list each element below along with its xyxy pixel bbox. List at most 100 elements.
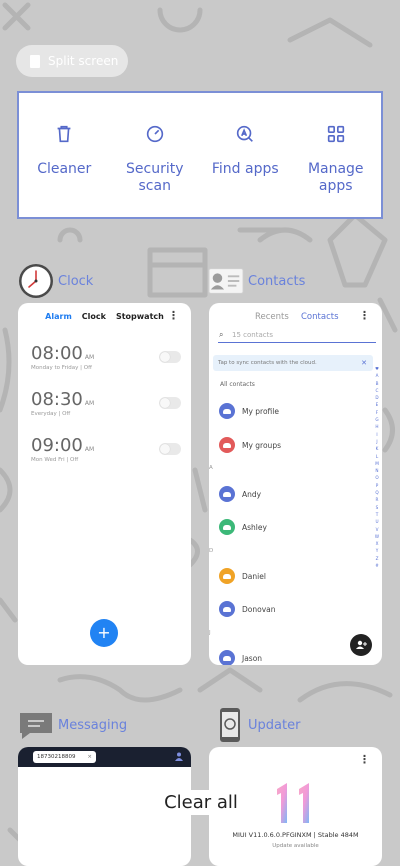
messaging-app-title: Messaging: [58, 717, 128, 733]
alphabet-letter[interactable]: V: [374, 526, 380, 533]
add-alarm-button[interactable]: +: [90, 619, 118, 647]
alphabet-letter[interactable]: M: [374, 460, 380, 467]
alphabet-letter[interactable]: I: [374, 431, 380, 438]
tab-alarm[interactable]: Alarm: [45, 312, 72, 321]
clock-app-header[interactable]: Clock: [18, 263, 93, 299]
alphabet-letter[interactable]: X: [374, 540, 380, 547]
security-scan-button[interactable]: Security scan: [110, 93, 201, 217]
messaging-app-header[interactable]: Messaging: [18, 707, 127, 743]
alphabet-letter[interactable]: F: [374, 409, 380, 416]
update-status: Update available: [272, 843, 319, 849]
security-scan-label: Security scan: [126, 161, 184, 194]
section-letter: J: [209, 630, 211, 636]
alphabet-letter[interactable]: B: [374, 380, 380, 387]
sync-text: Tap to sync contacts with the cloud.: [218, 360, 317, 366]
alarm-ampm: AM: [84, 400, 95, 407]
alphabet-index[interactable]: ♥ A B C D E F G H I J K L M N O P Q R S T U V W X Y Z #: [374, 365, 380, 569]
alphabet-letter[interactable]: Q: [374, 489, 380, 496]
contacts-app-header[interactable]: Contacts: [208, 263, 305, 299]
alarm-time: 09:00: [31, 435, 83, 456]
find-apps-button[interactable]: Find apps: [200, 93, 291, 217]
add-contact-button[interactable]: [350, 634, 372, 656]
clear-all-button[interactable]: Clear all: [161, 790, 241, 815]
clock-app-icon: [18, 263, 54, 299]
manage-apps-button[interactable]: Manage apps: [291, 93, 382, 217]
avatar: [219, 403, 235, 419]
alphabet-letter[interactable]: Z: [374, 555, 380, 562]
alphabet-letter[interactable]: O: [374, 474, 380, 481]
contacts-search-input[interactable]: ⌕ 15 contacts: [218, 329, 376, 343]
alphabet-letter[interactable]: ♥: [374, 365, 380, 372]
messaging-app-icon: [18, 707, 54, 743]
alphabet-letter[interactable]: H: [374, 423, 380, 430]
alarm-ampm: AM: [84, 354, 95, 361]
alphabet-letter[interactable]: E: [374, 401, 380, 408]
recipient-chip[interactable]: 18730218809 ×: [33, 751, 96, 763]
contact-row[interactable]: Andy: [219, 486, 261, 502]
alphabet-letter[interactable]: K: [374, 445, 380, 452]
alarm-toggle[interactable]: [159, 397, 181, 409]
alphabet-letter[interactable]: U: [374, 518, 380, 525]
updater-app-title: Updater: [248, 717, 301, 733]
alphabet-letter[interactable]: R: [374, 496, 380, 503]
tab-clock[interactable]: Clock: [82, 312, 106, 321]
more-options-icon[interactable]: ⋮: [168, 309, 179, 322]
tab-contacts[interactable]: Contacts: [301, 312, 339, 322]
more-options-icon[interactable]: ⋮: [359, 309, 370, 322]
updater-app-header[interactable]: Updater: [216, 707, 300, 743]
alphabet-letter[interactable]: G: [374, 416, 380, 423]
split-screen-button[interactable]: Split screen: [16, 45, 128, 77]
avatar: [219, 519, 235, 535]
contact-name: My groups: [242, 440, 281, 450]
alarm-toggle[interactable]: [159, 351, 181, 363]
updater-app-icon: [216, 707, 244, 743]
alphabet-letter[interactable]: A: [374, 372, 380, 379]
alphabet-letter[interactable]: #: [374, 562, 380, 569]
clock-app-card[interactable]: Alarm Clock Stopwatch ⋮ 08:00 AM Monday t…: [18, 303, 191, 665]
contact-row[interactable]: Donovan: [219, 601, 276, 617]
contact-name: Donovan: [242, 604, 276, 614]
contact-row[interactable]: My profile: [219, 403, 279, 419]
avatar: [219, 650, 235, 665]
contact-name: Ashley: [242, 522, 267, 532]
tab-recents[interactable]: Recents: [255, 312, 289, 322]
alphabet-letter[interactable]: D: [374, 394, 380, 401]
close-icon[interactable]: ✕: [361, 355, 367, 371]
sync-banner[interactable]: Tap to sync contacts with the cloud. ✕: [213, 355, 373, 371]
alphabet-letter[interactable]: L: [374, 453, 380, 460]
tab-stopwatch[interactable]: Stopwatch: [116, 312, 164, 321]
alarm-row[interactable]: 08:00 AM Monday to Friday | Off: [31, 343, 181, 371]
find-apps-label: Find apps: [211, 161, 279, 177]
alarm-toggle[interactable]: [159, 443, 181, 455]
contact-name: Daniel: [242, 571, 266, 581]
gauge-icon: [146, 125, 163, 143]
alarm-row[interactable]: 08:30 AM Everyday | Off: [31, 389, 181, 417]
contacts-app-card[interactable]: Recents Contacts ⋮ ⌕ 15 contacts Tap to …: [209, 303, 382, 665]
alarm-row[interactable]: 09:00 AM Mon Wed Fri | Off: [31, 435, 181, 463]
contact-row[interactable]: Daniel: [219, 568, 266, 584]
avatar: [219, 486, 235, 502]
remove-recipient-icon[interactable]: ×: [87, 751, 92, 763]
contact-row[interactable]: Jason: [219, 650, 262, 665]
section-letter: D: [209, 548, 214, 554]
version-text: MIUI V11.0.6.0.PFGINXM | Stable 484M: [232, 831, 359, 839]
alphabet-letter[interactable]: C: [374, 387, 380, 394]
alphabet-letter[interactable]: S: [374, 504, 380, 511]
cleaner-button[interactable]: Cleaner: [19, 93, 110, 217]
contact-row[interactable]: Ashley: [219, 519, 267, 535]
more-options-icon[interactable]: ⋮: [359, 753, 370, 766]
person-icon[interactable]: [175, 752, 183, 761]
add-person-icon: [356, 640, 367, 649]
contact-row[interactable]: My groups: [219, 437, 281, 453]
alphabet-letter[interactable]: W: [374, 533, 380, 540]
quick-tools-panel: Cleaner Security scan Find apps Manage a…: [17, 91, 383, 219]
alphabet-letter[interactable]: T: [374, 511, 380, 518]
contacts-app-title: Contacts: [248, 273, 306, 289]
avatar: [219, 437, 235, 453]
alphabet-letter[interactable]: J: [374, 438, 380, 445]
alarm-time: 08:30: [31, 389, 83, 410]
find-apps-icon: [237, 125, 254, 142]
alphabet-letter[interactable]: P: [374, 482, 380, 489]
alphabet-letter[interactable]: Y: [374, 547, 380, 554]
alphabet-letter[interactable]: N: [374, 467, 380, 474]
